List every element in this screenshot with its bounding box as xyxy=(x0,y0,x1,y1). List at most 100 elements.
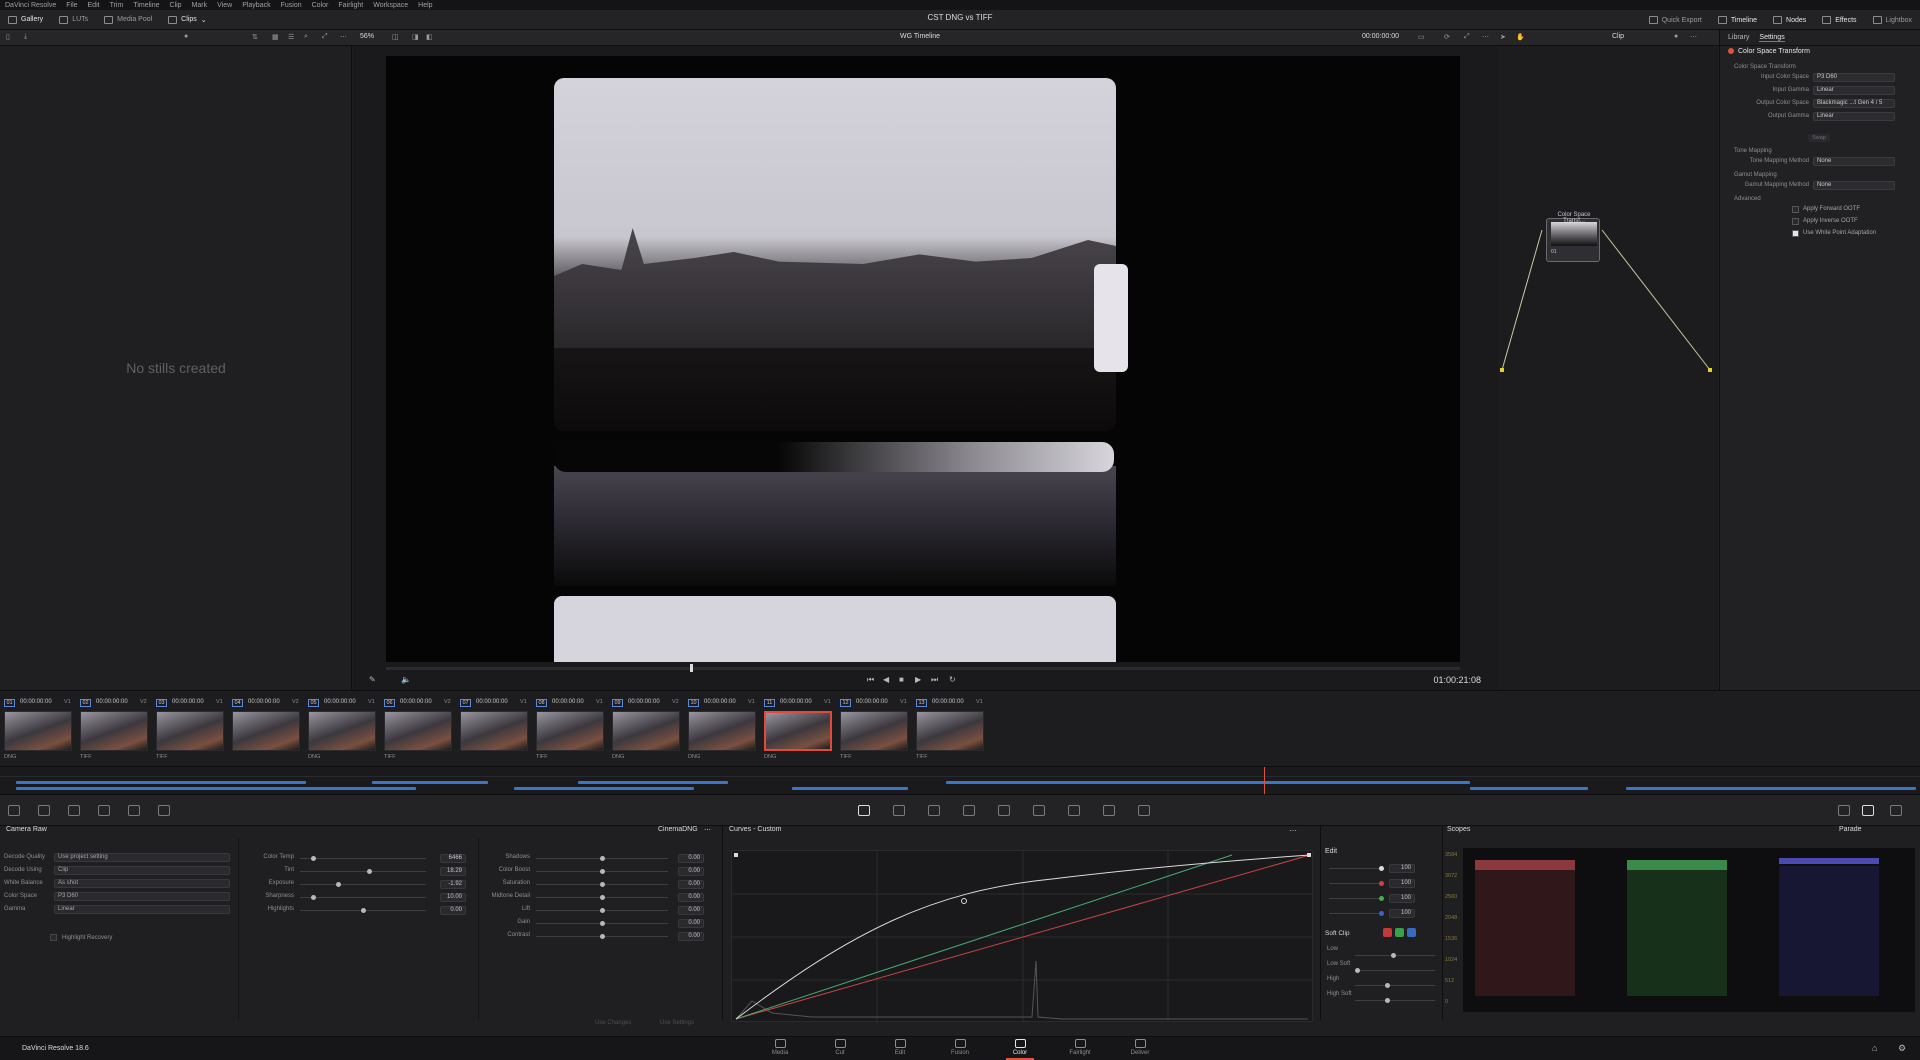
page-tab-media[interactable]: Media xyxy=(760,1039,800,1056)
loop-icon[interactable]: ⟳ xyxy=(1444,33,1450,41)
section-tone-mapping[interactable]: Tone Mapping xyxy=(1734,148,1772,154)
playhead[interactable] xyxy=(1264,767,1265,795)
menu-item[interactable]: Playback xyxy=(242,2,270,9)
menu-item[interactable]: Clip xyxy=(170,2,182,9)
raw-slider[interactable] xyxy=(536,869,668,874)
slider-knob[interactable] xyxy=(600,921,605,926)
mini-timeline[interactable] xyxy=(0,766,1920,795)
clips-button[interactable]: Clips ⌄ xyxy=(160,10,214,30)
hdr-icon[interactable] xyxy=(158,805,170,816)
tracker-icon[interactable] xyxy=(998,805,1010,816)
page-tab-fusion[interactable]: Fusion xyxy=(940,1039,980,1056)
blur-icon[interactable] xyxy=(1068,805,1080,816)
more-options-icon[interactable]: ⋯ xyxy=(340,33,347,41)
skip-last-icon[interactable]: ⏭ xyxy=(931,675,938,685)
split-view-icon[interactable]: ◫ xyxy=(392,33,399,41)
page-tab-color[interactable]: Color xyxy=(1000,1039,1040,1060)
settings-icon[interactable]: ⚙ xyxy=(1898,1043,1906,1054)
play-icon[interactable]: ▶ xyxy=(915,675,921,684)
clip-thumbnail[interactable]: 10 00:00:00:00 V1 DNG xyxy=(684,691,756,761)
use-changes-button[interactable]: Use Changes xyxy=(595,1020,631,1026)
lightbox-button[interactable]: Lightbox xyxy=(1865,10,1920,30)
checkbox[interactable] xyxy=(1792,230,1799,237)
edit-slider[interactable] xyxy=(1329,866,1384,871)
gamut-mapping-dropdown[interactable]: None xyxy=(1813,181,1895,190)
menu-item[interactable]: Workspace xyxy=(373,2,408,9)
raw-value[interactable]: 0.00 xyxy=(678,893,704,902)
slider-knob[interactable] xyxy=(600,869,605,874)
timeline-selector[interactable]: WG Timeline xyxy=(900,33,940,40)
cst-row-dropdown[interactable]: Blackmagic ...t Gen 4 / 5 xyxy=(1813,99,1895,108)
clip-thumbnail[interactable]: 02 00:00:00:00 V2 TIFF xyxy=(76,691,148,761)
clip-thumbnail[interactable]: 03 00:00:00:00 V1 TIFF xyxy=(152,691,224,761)
viewer-image[interactable] xyxy=(386,56,1460,662)
cst-row-dropdown[interactable]: Linear xyxy=(1813,112,1895,121)
expand-icon[interactable]: ⤢ xyxy=(322,33,328,41)
tab-settings[interactable]: Settings xyxy=(1759,34,1785,42)
slider-knob[interactable] xyxy=(600,934,605,939)
nodes-button[interactable]: Nodes xyxy=(1765,10,1814,30)
slider-knob[interactable] xyxy=(335,882,341,887)
slider-knob[interactable] xyxy=(600,882,605,887)
grid-view-icon[interactable]: ▦ xyxy=(272,33,279,41)
color-warper-icon[interactable] xyxy=(893,805,905,816)
menu-item[interactable]: Mark xyxy=(192,2,208,9)
curves-options-icon[interactable]: ⋯ xyxy=(1289,826,1297,835)
viewer-options-icon[interactable]: ⋯ xyxy=(1482,33,1489,41)
raw-slider[interactable] xyxy=(300,856,426,861)
timeline-clip-bar[interactable] xyxy=(1626,787,1916,790)
clip-thumbnail[interactable]: 07 00:00:00:00 V1 xyxy=(456,691,528,761)
quick-export-button[interactable]: Quick Export xyxy=(1641,10,1710,30)
raw-slider[interactable] xyxy=(536,934,668,939)
pointer-icon[interactable]: ➤ xyxy=(1500,33,1506,41)
menu-item[interactable]: Fairlight xyxy=(338,2,363,9)
timeline-clip-bar[interactable] xyxy=(578,781,728,784)
scrubber-handle[interactable] xyxy=(690,664,693,672)
timeline-clip-bar[interactable] xyxy=(514,787,694,790)
raw-value[interactable]: 0.00 xyxy=(678,854,704,863)
page-tab-deliver[interactable]: Deliver xyxy=(1120,1039,1160,1056)
slider-knob[interactable] xyxy=(600,908,605,913)
section-gamut-mapping[interactable]: Gamut Mapping xyxy=(1734,172,1777,178)
section-advanced[interactable]: Advanced xyxy=(1734,196,1761,202)
qualifier-icon[interactable] xyxy=(928,805,940,816)
color-match-icon[interactable] xyxy=(38,805,50,816)
pen-icon[interactable]: ✎ xyxy=(369,675,376,684)
play-reverse-icon[interactable]: ◀ xyxy=(883,675,889,684)
menu-item[interactable]: Help xyxy=(418,2,432,9)
timeline-clip-bar[interactable] xyxy=(16,787,416,790)
edit-value[interactable]: 100 xyxy=(1389,909,1415,918)
hand-icon[interactable]: ✋ xyxy=(1516,33,1525,41)
raw-field-dropdown[interactable]: P3 D60 xyxy=(54,892,230,901)
use-settings-button[interactable]: Use Settings xyxy=(660,1020,694,1026)
scopes-icon[interactable] xyxy=(1862,805,1874,816)
node-mode-selector[interactable]: Clip xyxy=(1612,33,1624,40)
raw-value[interactable]: 0.00 xyxy=(440,906,466,915)
grab-still-icon[interactable]: ⤓ xyxy=(24,33,27,41)
node-options-icon[interactable]: ⋯ xyxy=(1690,33,1697,41)
audio-icon[interactable]: 🔈 xyxy=(401,675,411,684)
sort-icon[interactable]: ⇅ xyxy=(252,33,258,41)
timeline-clip-bar[interactable] xyxy=(1470,787,1588,790)
cst-row-dropdown[interactable]: P3 D60 xyxy=(1813,73,1895,82)
menu-item[interactable]: File xyxy=(66,2,77,9)
slider-knob[interactable] xyxy=(1391,953,1396,958)
slider-knob[interactable] xyxy=(600,856,605,861)
clip-thumbnail[interactable]: 04 00:00:00:00 V2 xyxy=(228,691,300,761)
raw-options-icon[interactable]: ⋯ xyxy=(704,826,711,838)
raw-slider[interactable] xyxy=(300,895,426,900)
blue-channel-button[interactable] xyxy=(1407,928,1416,937)
slider-knob[interactable] xyxy=(361,908,366,913)
green-channel-button[interactable] xyxy=(1395,928,1404,937)
clip-thumbnail[interactable]: 13 00:00:00:00 V1 TIFF xyxy=(912,691,984,761)
sidebar-toggle-icon[interactable]: ▯ xyxy=(6,33,10,41)
page-tab-cut[interactable]: Cut xyxy=(820,1039,860,1056)
raw-slider[interactable] xyxy=(536,882,668,887)
clip-thumbnail[interactable]: 08 00:00:00:00 V1 TIFF xyxy=(532,691,604,761)
page-tab-fairlight[interactable]: Fairlight xyxy=(1060,1039,1100,1056)
slider-knob[interactable] xyxy=(310,856,316,861)
fx-enable-icon[interactable] xyxy=(1728,48,1734,54)
raw-field-dropdown[interactable]: Use project setting xyxy=(54,853,230,862)
raw-slider[interactable] xyxy=(536,908,668,913)
raw-field-dropdown[interactable]: Linear xyxy=(54,905,230,914)
